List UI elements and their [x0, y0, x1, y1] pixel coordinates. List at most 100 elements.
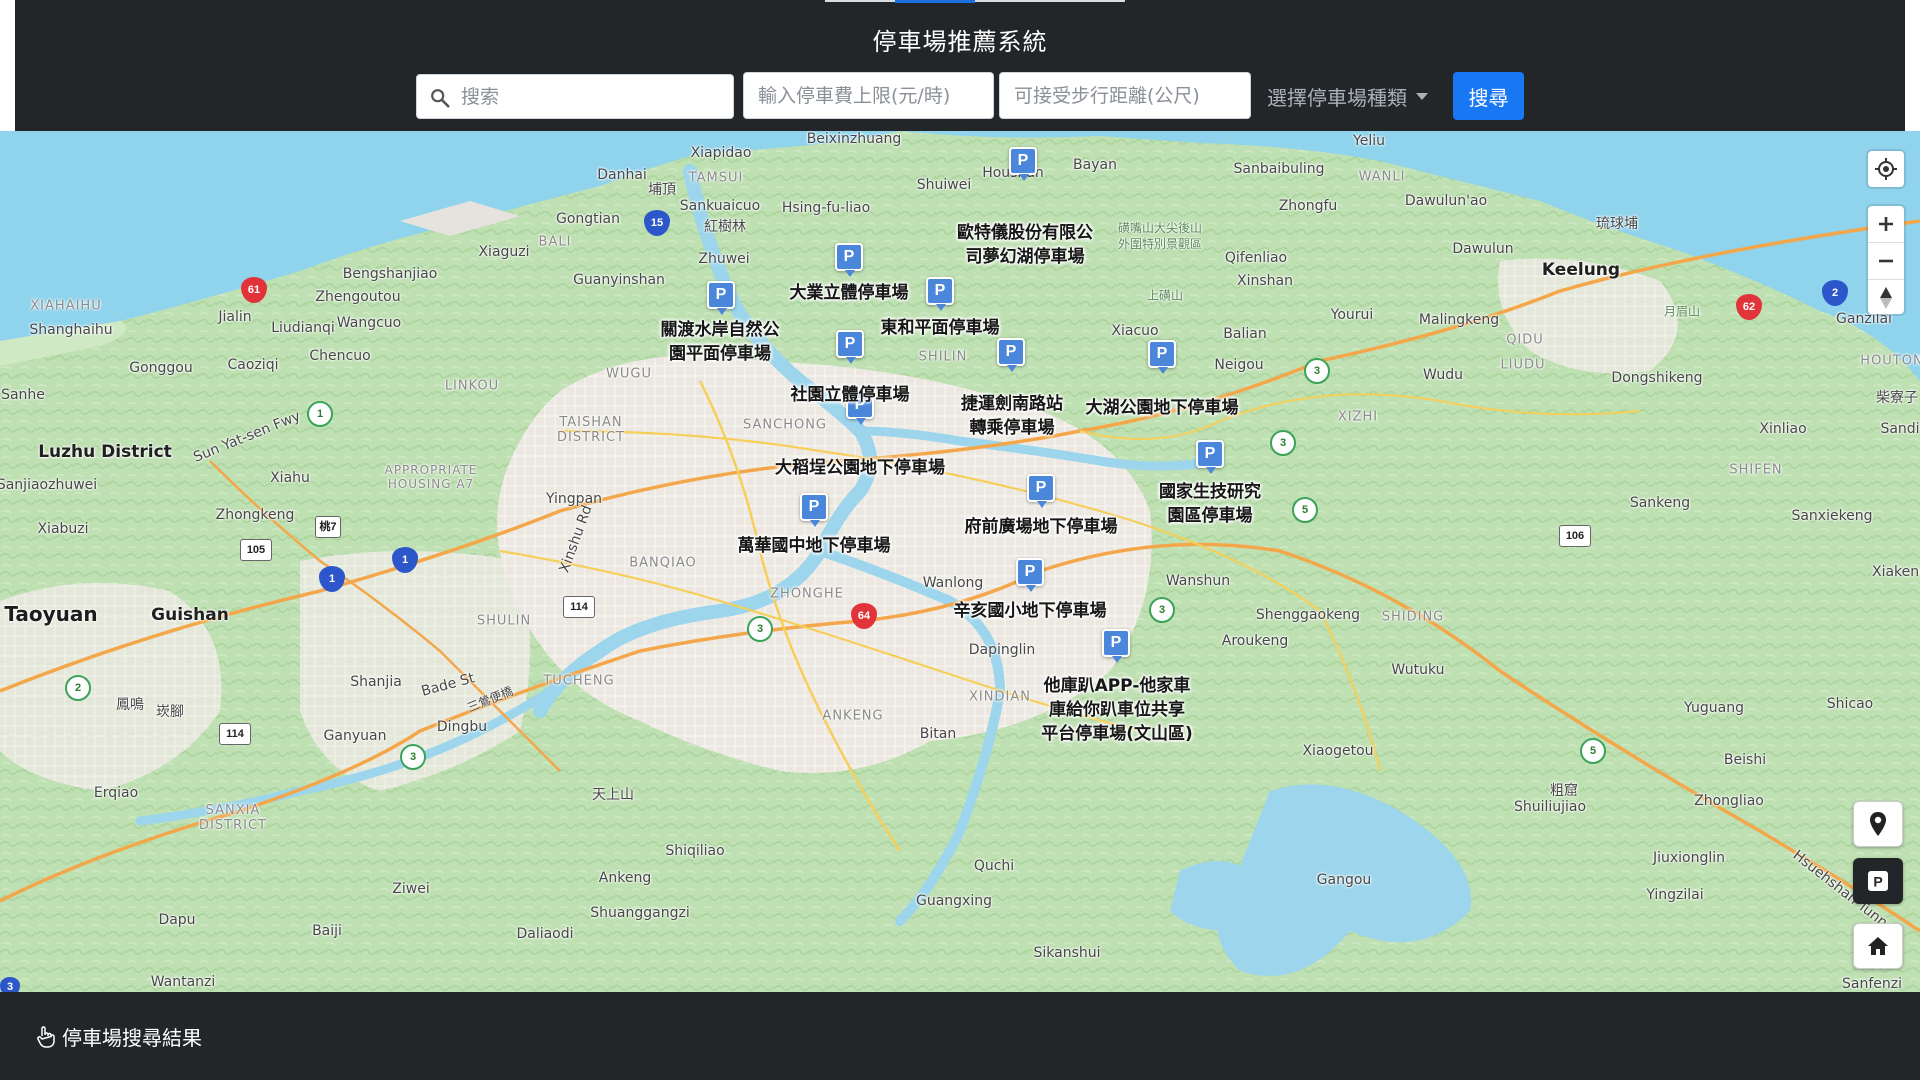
highway-shield: 105 [240, 539, 272, 561]
walk-distance-field[interactable] [999, 72, 1251, 119]
place-label: Xiacuo [1111, 323, 1159, 339]
top-navbar: 停車場推薦系統 選擇停車場種類 搜尋 [15, 0, 1905, 131]
parking-marker[interactable]: P [1102, 629, 1130, 663]
place-label: SHILIN [918, 349, 968, 365]
highway-shield: 114 [563, 596, 595, 618]
highway-shield: 3 [1149, 597, 1175, 623]
place-label: Danhai [597, 167, 647, 183]
walk-distance-input[interactable] [1000, 73, 1250, 118]
place-label: Sanxiekeng [1791, 508, 1873, 524]
highway-shield: 桃7 [315, 516, 341, 538]
place-label: Guishan [151, 605, 229, 625]
parking-lot-label: 關渡水岸自然公 園平面停車場 [660, 320, 780, 364]
place-label: TAISHAN DISTRICT [557, 415, 625, 445]
parking-marker[interactable]: P [1027, 474, 1055, 508]
search-field[interactable] [416, 74, 734, 119]
place-label: Wanshun [1165, 573, 1231, 589]
parking-marker[interactable]: P [836, 330, 864, 364]
place-label: Shanghaihu [29, 322, 113, 338]
place-label: Caoziqi [227, 357, 279, 373]
search-button[interactable]: 搜尋 [1453, 72, 1524, 120]
place-label: Bayan [1073, 157, 1117, 173]
place-label: 磺嘴山大尖後山 外圍特別景觀區 [1117, 221, 1203, 251]
place-label: 鳳鳴 [116, 697, 144, 713]
place-label: XINDIAN [969, 689, 1031, 705]
home-button[interactable] [1853, 923, 1903, 969]
place-label: LINKOU [444, 378, 500, 394]
price-limit-input[interactable] [744, 73, 993, 118]
place-label: Sankeng [1629, 495, 1691, 511]
parking-marker[interactable]: P [1009, 147, 1037, 181]
map-view[interactable]: Taoyuan Keelung Luzhu District Guishan X… [0, 131, 1920, 992]
parking-type-dropdown[interactable]: 選擇停車場種類 [1267, 80, 1428, 112]
place-label: Yingpan [545, 491, 603, 507]
search-icon [431, 89, 450, 108]
parking-lot-label: 萬華國中地下停車場 [737, 536, 891, 556]
parking-lot-label: 社園立體停車場 [790, 385, 910, 405]
parking-lot-label: 大湖公園地下停車場 [1085, 398, 1239, 418]
parking-icon-glyph: P [1873, 874, 1882, 890]
place-label: 紅樹林 [704, 219, 746, 235]
place-label: Wudu [1423, 367, 1463, 383]
place-label: Gonggou [129, 360, 193, 376]
zoom-controls [1868, 206, 1904, 314]
parking-marker[interactable]: P [1196, 440, 1224, 474]
compass-button[interactable] [1868, 280, 1904, 316]
parking-lot-label: 大業立體停車場 [789, 283, 909, 303]
place-label: SHIDING [1381, 609, 1445, 625]
place-label: 崁腳 [156, 704, 184, 720]
place-label: Xiaguzi [478, 244, 530, 260]
place-label: Keelung [1541, 260, 1621, 280]
place-label: Daliaodi [516, 926, 574, 942]
parking-lot-label: 東和平面停車場 [880, 318, 1000, 338]
place-label: Ziwei [392, 881, 430, 897]
place-label: Shuanggangzi [590, 905, 690, 921]
parking-marker[interactable]: P [835, 243, 863, 277]
parking-lot-label: 大稻埕公園地下停車場 [775, 458, 945, 478]
place-label: Shuiwei [916, 177, 972, 193]
place-label: Xinliao [1759, 421, 1807, 437]
place-label: Zhongliao [1694, 793, 1764, 809]
zoom-in-button[interactable] [1868, 206, 1904, 243]
highway-shield: 5 [1292, 497, 1318, 523]
place-label: SHIFEN [1729, 462, 1783, 478]
place-label: Wanlong [922, 575, 984, 591]
place-label: Ganyuan [323, 728, 387, 744]
parking-lot-label: 國家生技研究 園區停車場 [1159, 482, 1261, 526]
place-label: Yeliu [1353, 133, 1385, 149]
place-label: Zhongfu [1278, 198, 1338, 214]
place-label: Dongshikeng [1611, 370, 1703, 386]
highway-shield: 114 [219, 723, 251, 745]
highway-shield: 1 [307, 401, 333, 427]
place-label: Shicao [1826, 696, 1874, 712]
geolocate-button[interactable] [1868, 151, 1904, 187]
parking-marker[interactable]: P [997, 338, 1025, 372]
place-label: Sikanshui [1033, 945, 1101, 961]
place-label: 埔頂 [648, 182, 676, 198]
place-label: Hsing-fu-liao [781, 200, 871, 216]
place-label: Baiji [312, 923, 342, 939]
place-label: XIAHAIHU [30, 298, 102, 314]
place-label: Balian [1223, 326, 1267, 342]
parking-marker[interactable]: P [1148, 340, 1176, 374]
parking-layer-button[interactable]: P [1853, 858, 1903, 904]
place-label: Xiakeng [1871, 564, 1920, 580]
price-limit-field[interactable] [743, 72, 994, 119]
place-label: Beishi [1723, 752, 1767, 768]
zoom-out-button[interactable] [1868, 243, 1904, 280]
parking-marker[interactable]: P [1016, 558, 1044, 592]
parking-marker[interactable]: P [707, 281, 735, 315]
place-label: Yuguang [1684, 700, 1744, 716]
parking-marker[interactable]: P [800, 493, 828, 527]
place-label: Gongtian [555, 211, 621, 227]
parking-lot-label: 歐特儀股份有限公 司夢幻湖停車場 [957, 223, 1093, 267]
place-label: Yingzilai [1646, 887, 1704, 903]
place-label: Beixinzhuang [806, 131, 902, 147]
place-label: Zhuwei [698, 251, 750, 267]
parking-marker[interactable]: P [926, 277, 954, 311]
search-input[interactable] [417, 75, 733, 118]
place-label: QIDU [1506, 332, 1544, 348]
results-toggle[interactable]: 停車場搜尋結果 [36, 1022, 202, 1051]
results-label: 停車場搜尋結果 [62, 1026, 202, 1050]
locate-pin-button[interactable] [1853, 801, 1903, 847]
